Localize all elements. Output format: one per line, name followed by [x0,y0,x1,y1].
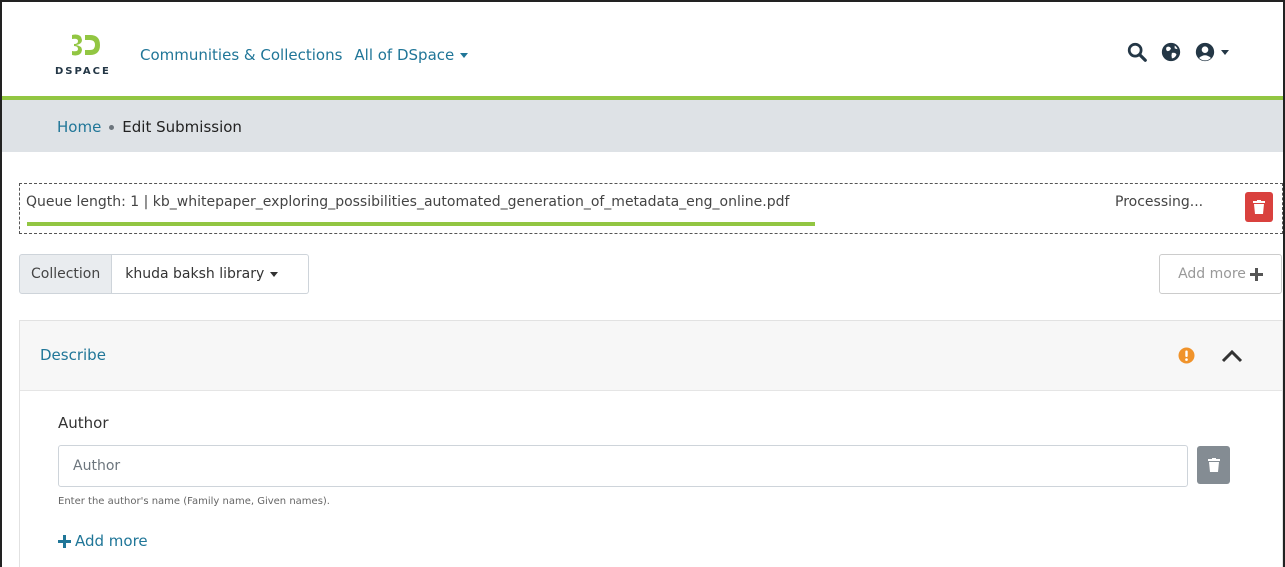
add-more-author-label: Add more [75,532,148,550]
plus-icon [58,534,71,548]
nav-all-of-dspace-label: All of DSpace [354,46,455,64]
app-frame: DSPACE Communities & Collections All of … [0,0,1285,567]
user-icon [1195,42,1215,62]
upload-queue: Queue length: 1 | kb_whitepaper_explorin… [19,183,1283,234]
add-more-author-button[interactable]: Add more [58,532,148,550]
breadcrumb-separator [109,124,115,130]
caret-down-icon [460,53,469,58]
nav-all-of-dspace[interactable]: All of DSpace [354,46,469,64]
cancel-upload-button[interactable] [1245,192,1273,222]
dspace-logo[interactable]: DSPACE [52,26,122,86]
nav-communities-collections[interactable]: Communities & Collections [140,46,342,64]
trash-icon [1253,200,1265,214]
chevron-down-icon [1221,49,1229,55]
user-menu[interactable] [1194,41,1229,63]
breadcrumb-current: Edit Submission [122,118,242,136]
collection-dropdown[interactable]: khuda baksh library [112,254,310,294]
header-icons [1126,41,1229,63]
logo-text: DSPACE [55,66,111,77]
describe-section: Describe Author Enter the author's name … [19,320,1283,567]
breadcrumb-home[interactable]: Home [57,118,101,136]
add-more-files-button[interactable]: Add more [1159,254,1282,294]
breadcrumb-trail: Home Edit Submission [57,118,242,136]
remove-author-button[interactable] [1197,446,1230,484]
upload-progress-bar [27,222,815,226]
dspace-logo-mark [72,34,100,56]
main-nav: Communities & Collections All of DSpace [140,46,469,64]
add-more-files-label: Add more [1178,266,1246,282]
warning-icon [1178,347,1195,364]
search-icon[interactable] [1126,41,1148,63]
collection-selector: Collection khuda baksh library [19,254,310,294]
chevron-up-icon[interactable] [1220,346,1244,366]
author-help-text: Enter the author's name (Family name, Gi… [58,496,330,507]
plus-icon [1249,267,1263,281]
author-input[interactable] [58,445,1188,487]
describe-section-header[interactable]: Describe [20,321,1282,391]
breadcrumb: Home Edit Submission [2,100,1283,152]
collection-label: Collection [19,254,113,294]
globe-icon[interactable] [1160,41,1182,63]
top-navbar: DSPACE Communities & Collections All of … [2,2,1283,97]
collection-selected: khuda baksh library [125,266,265,282]
author-label: Author [58,414,109,432]
upload-status: Processing... [1115,194,1204,210]
describe-section-title[interactable]: Describe [40,346,106,364]
trash-icon [1207,458,1220,472]
caret-down-icon [270,271,279,277]
queue-length-text: Queue length: 1 | kb_whitepaper_explorin… [26,194,790,210]
